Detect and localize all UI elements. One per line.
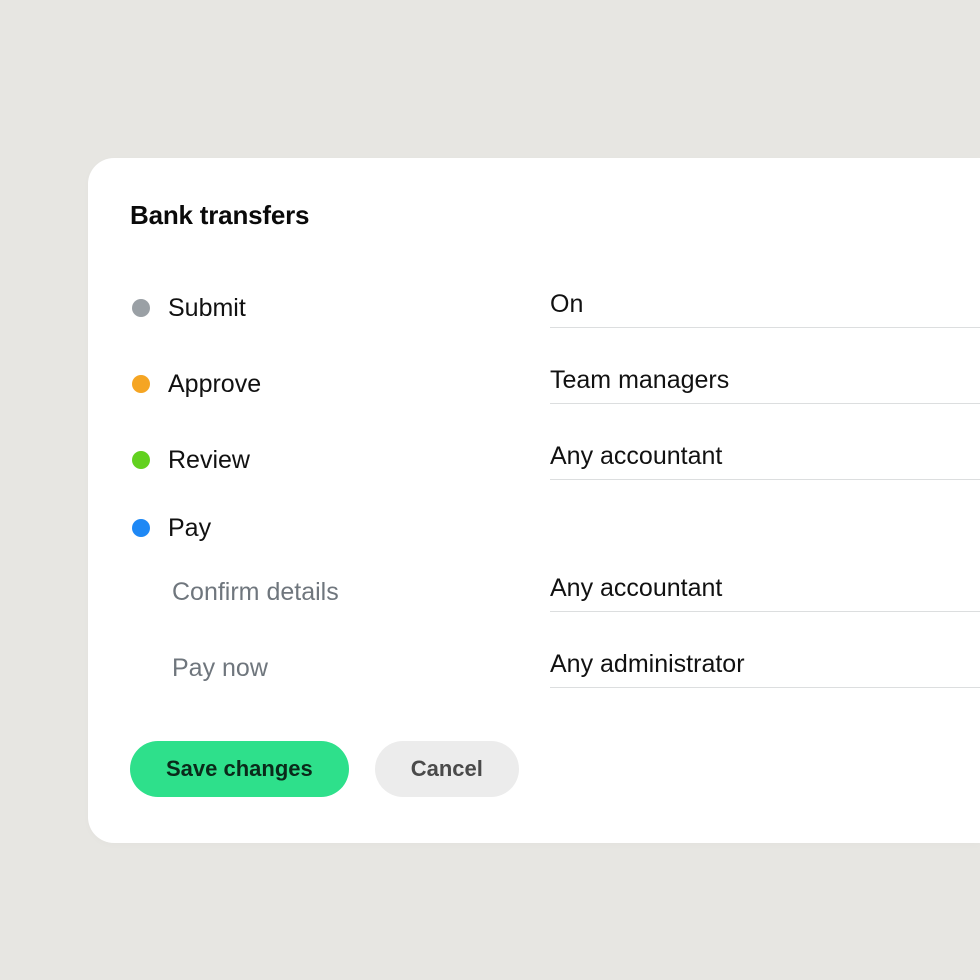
row-approve: Approve Team managers	[130, 351, 980, 417]
row-label-review: Review	[168, 446, 250, 475]
status-dot-approve	[132, 375, 150, 393]
select-approve[interactable]: Team managers	[550, 364, 980, 404]
row-label-approve: Approve	[168, 370, 261, 399]
row-pay-header: Pay	[130, 503, 980, 553]
row-left: Confirm details	[130, 578, 550, 607]
status-dot-submit	[132, 299, 150, 317]
row-confirm-details: Confirm details Any accountant	[130, 559, 980, 625]
actions-bar: Save changes Cancel	[130, 741, 980, 797]
settings-card: Bank transfers Submit On Approve Team ma…	[88, 158, 980, 843]
row-left: Submit	[130, 294, 550, 323]
save-button[interactable]: Save changes	[130, 741, 349, 797]
row-label-paynow: Pay now	[168, 654, 268, 683]
row-left: Approve	[130, 370, 550, 399]
row-label-confirm: Confirm details	[168, 578, 339, 607]
cancel-button[interactable]: Cancel	[375, 741, 519, 797]
row-left: Review	[130, 446, 550, 475]
row-left: Pay now	[130, 654, 550, 683]
row-pay-now: Pay now Any administrator	[130, 635, 980, 701]
select-pay-now[interactable]: Any administrator	[550, 648, 980, 688]
status-dot-review	[132, 451, 150, 469]
row-review: Review Any accountant	[130, 427, 980, 493]
row-label-submit: Submit	[168, 294, 246, 323]
select-review[interactable]: Any accountant	[550, 440, 980, 480]
row-submit: Submit On	[130, 275, 980, 341]
select-submit[interactable]: On	[550, 288, 980, 328]
row-label-pay: Pay	[168, 514, 211, 543]
select-confirm-details[interactable]: Any accountant	[550, 572, 980, 612]
section-title: Bank transfers	[130, 200, 980, 231]
status-dot-pay	[132, 519, 150, 537]
